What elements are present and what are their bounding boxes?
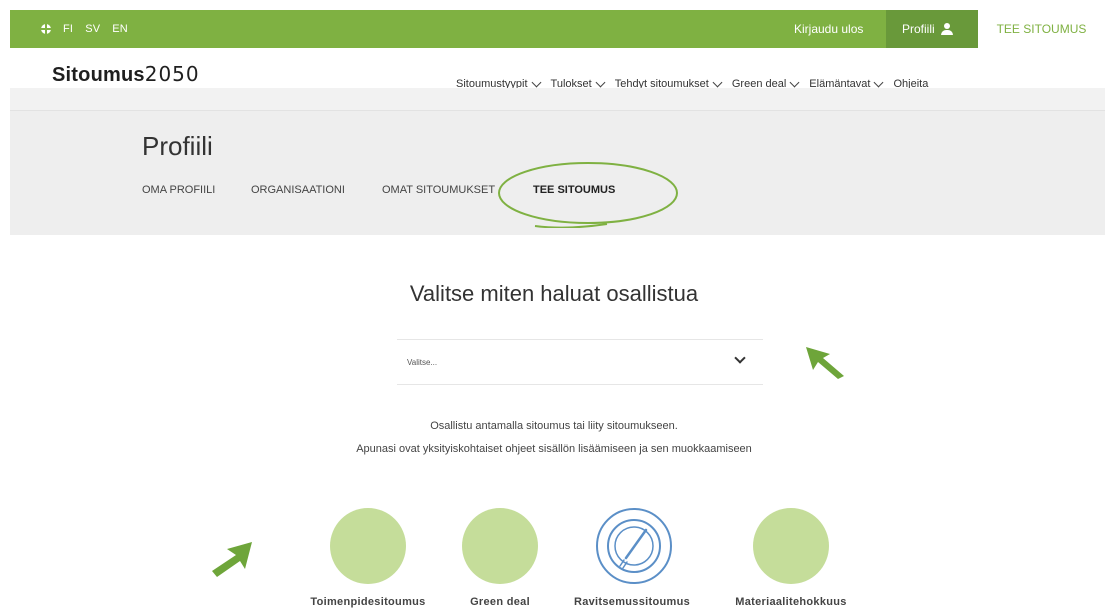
tab-organisation[interactable]: ORGANISAATIONI (251, 184, 345, 196)
card-action-commitment[interactable] (330, 508, 406, 584)
chevron-down-icon (789, 77, 800, 87)
site-logo[interactable]: Sitoumus2050 (52, 62, 200, 87)
card-label[interactable]: Green deal (430, 596, 570, 608)
card-label[interactable]: Ravitsemussitoumus (562, 596, 702, 608)
card-label[interactable]: Toimenpidesitoumus (298, 596, 438, 608)
page-title: Profiili (142, 131, 213, 161)
language-switcher: FI SV EN (10, 10, 140, 48)
profile-link[interactable]: Profiili (886, 10, 978, 48)
tab-make-commitment[interactable]: TEE SITOUMUS (533, 184, 615, 196)
globe-icon (41, 24, 51, 34)
chevron-down-icon (734, 352, 746, 364)
info-text-2: Apunasi ovat yksityiskohtaiset ohjeet si… (356, 443, 752, 455)
card-label[interactable]: Materiaalitehokkuus (721, 596, 861, 608)
lang-en[interactable]: EN (112, 23, 128, 35)
make-commitment-button[interactable]: TEE SITOUMUS (978, 10, 1105, 48)
plate-fork-icon (607, 519, 661, 573)
card-nutrition-commitment[interactable] (596, 508, 672, 584)
logo-word: Sitoumus (52, 64, 145, 86)
profile-label: Profiili (902, 22, 935, 36)
chevron-down-icon (712, 77, 723, 87)
chevron-down-icon (595, 77, 606, 87)
choose-participation-heading: Valitse miten haluat osallistua (409, 281, 699, 306)
header-divider (10, 88, 1105, 110)
tab-own-commitments[interactable]: OMAT SITOUMUKSET (382, 184, 495, 196)
logo-number: 2050 (144, 62, 200, 86)
participation-select[interactable]: Valitse... (397, 339, 763, 385)
arrow-annotation-left (212, 542, 252, 577)
select-placeholder: Valitse... (407, 358, 438, 367)
lang-sv[interactable]: SV (85, 23, 100, 35)
chevron-down-icon (874, 77, 884, 87)
arrow-annotation-right (806, 347, 844, 379)
lang-fi[interactable]: FI (63, 23, 73, 35)
tab-own-profile[interactable]: OMA PROFIILI (142, 184, 215, 196)
card-material-efficiency[interactable] (753, 508, 829, 584)
info-text-1: Osallistu antamalla sitoumus tai liity s… (430, 420, 678, 432)
user-icon (940, 23, 953, 35)
top-bar: FI SV EN Kirjaudu ulos Profiili TEE SITO… (10, 10, 1105, 48)
card-green-deal[interactable] (462, 508, 538, 584)
logout-link[interactable]: Kirjaudu ulos (794, 10, 863, 48)
profile-header-band (10, 110, 1105, 235)
chevron-down-icon (531, 77, 541, 87)
